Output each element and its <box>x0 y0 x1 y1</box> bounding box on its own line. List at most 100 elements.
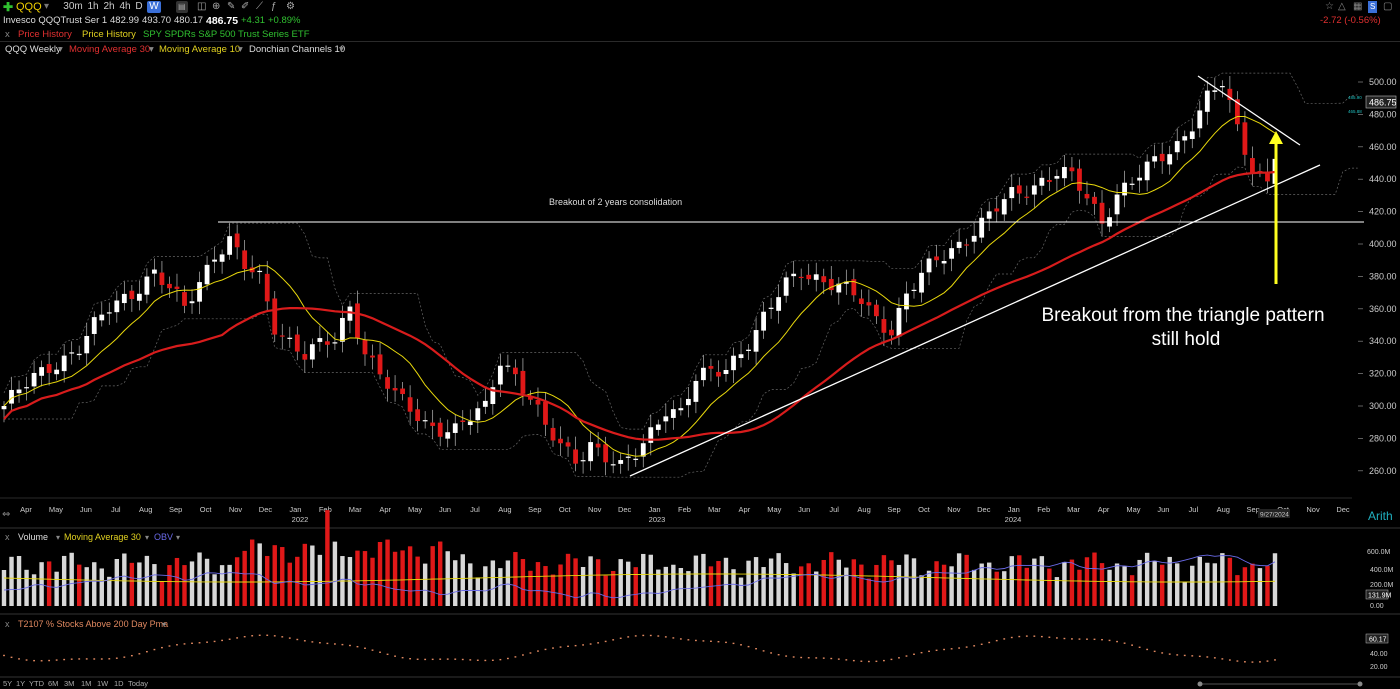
breadth-point <box>281 636 284 638</box>
breadth-point <box>672 637 675 639</box>
breadth-point <box>1176 654 1179 656</box>
month-label: Nov <box>1306 505 1320 514</box>
breadth-point <box>1131 644 1133 646</box>
volume-bar <box>603 575 608 606</box>
price-axis[interactable]: 500.00 480.00 460.00 440.00 420.00 400.00 380.… <box>1358 77 1397 476</box>
breadth-point <box>1206 656 1209 658</box>
candle-body <box>362 339 368 355</box>
breadth-point <box>70 658 73 660</box>
breadth-point <box>461 658 464 661</box>
price-chart[interactable]: Breakout of 2 years consolidation Breako… <box>0 0 1400 689</box>
candle-body <box>580 460 586 462</box>
candle-body <box>1046 180 1052 182</box>
range-1y-button[interactable]: 1Y <box>16 679 25 688</box>
volume-bar <box>836 559 841 606</box>
breadth-point <box>612 639 615 641</box>
volume-bar <box>941 564 947 606</box>
candle-body <box>941 260 947 264</box>
volume-bar <box>987 562 992 606</box>
breadth-point <box>1274 659 1276 661</box>
month-label: Sep <box>169 505 182 514</box>
chevron-down-icon[interactable]: ▾ <box>145 533 149 542</box>
price-tick-label: 260.00 <box>1369 466 1397 476</box>
candle-body <box>1024 196 1030 198</box>
candle-body <box>858 298 864 305</box>
volume-bar <box>610 571 616 606</box>
breadth-point <box>815 657 818 659</box>
breadth-point <box>1251 661 1254 663</box>
volume-ma30-label[interactable]: Moving Average 30 <box>64 532 141 542</box>
volume-bar <box>99 568 104 606</box>
range-ytd-button[interactable]: YTD <box>29 679 45 688</box>
volume-bar <box>46 561 52 606</box>
breadth-point <box>589 643 592 645</box>
candle-body <box>994 208 1000 212</box>
chevron-down-icon[interactable]: ▾ <box>162 620 166 629</box>
volume-label[interactable]: Volume <box>18 532 48 542</box>
range-6m-button[interactable]: 6M <box>48 679 58 688</box>
price-tick-label: 460.00 <box>1369 142 1397 152</box>
volume-bar <box>626 561 631 606</box>
candle-body <box>452 423 458 433</box>
breadth-point <box>161 646 163 649</box>
volume-bar <box>1205 562 1210 606</box>
candlesticks <box>1 75 1278 476</box>
year-label: 2024 <box>1005 515 1022 524</box>
breadth-point <box>642 634 645 637</box>
chevron-down-icon[interactable]: ▾ <box>56 533 60 542</box>
scale-mode[interactable]: Arith <box>1368 509 1393 523</box>
breadth-last: 60.17 <box>1369 637 1387 644</box>
obv-label[interactable]: OBV <box>154 532 173 542</box>
volume-bar <box>137 562 142 606</box>
breadth-point <box>604 640 607 643</box>
breadth-point <box>183 643 186 645</box>
volume-bar <box>490 560 496 606</box>
candle-body <box>979 217 985 238</box>
breadth-point <box>845 659 848 661</box>
candle-body <box>768 307 774 309</box>
candle-body <box>1077 168 1082 191</box>
candle-body <box>377 354 383 375</box>
range-5y-button[interactable]: 5Y <box>3 679 12 688</box>
breadth-point <box>755 648 757 650</box>
volume-bar <box>821 559 826 606</box>
month-label: Oct <box>200 505 213 514</box>
volume-bar <box>701 553 706 606</box>
scroll-handle-right[interactable] <box>1357 681 1363 687</box>
candle-body <box>212 259 217 262</box>
close-breadth-icon[interactable]: x <box>5 619 10 629</box>
volume-bar <box>1137 559 1142 606</box>
candle-body <box>234 233 240 248</box>
month-label: May <box>49 505 63 514</box>
volume-bar <box>1190 565 1195 606</box>
volume-bar <box>362 551 368 606</box>
range-1d-button[interactable]: 1D <box>114 679 124 688</box>
time-axis[interactable]: Apr May Jun Jul Aug Sep Oct Nov Dec Jan Feb Mar Apr M… <box>20 505 1350 524</box>
pan-arrows-icon[interactable]: ⇔ <box>2 509 10 520</box>
chevron-down-icon[interactable]: ▾ <box>176 533 180 542</box>
candle-body <box>813 274 819 280</box>
range-selector[interactable]: 5Y 1Y YTD 6M 3M 1M 1W 1D Today <box>3 679 148 688</box>
breadth-label[interactable]: T2107 % Stocks Above 200 Day Pma <box>18 619 168 629</box>
volume-axis[interactable]: 600.0M 400.0M 200.0M 131.9M 0.00 <box>1365 549 1394 610</box>
breadth-point <box>852 659 855 662</box>
breadth-point <box>409 658 412 660</box>
breadth-point <box>544 648 547 651</box>
breadth-axis[interactable]: 60.17 40.00 20.00 <box>1365 633 1389 671</box>
volume-bar <box>904 554 909 606</box>
candle-body <box>505 365 511 367</box>
volume-bar <box>332 541 338 606</box>
close-volume-icon[interactable]: x <box>5 532 10 542</box>
volume-bar <box>520 559 526 606</box>
range-3m-button[interactable]: 3M <box>64 679 74 688</box>
price-tick-label: 300.00 <box>1369 401 1397 411</box>
range-1w-button[interactable]: 1W <box>97 679 109 688</box>
range-1m-button[interactable]: 1M <box>81 679 91 688</box>
range-today-button[interactable]: Today <box>128 679 148 688</box>
scroll-handle-left[interactable] <box>1197 681 1203 687</box>
volume-bar <box>1159 564 1165 606</box>
breadth-point <box>898 657 900 659</box>
volume-bar <box>656 569 661 606</box>
candle-body <box>633 458 639 460</box>
breadth-point <box>416 658 419 660</box>
